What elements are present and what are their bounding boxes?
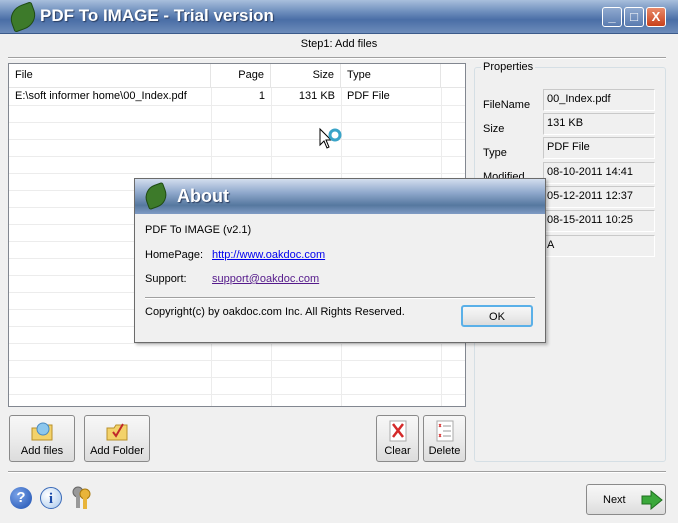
product-version: PDF To IMAGE (v2.1) <box>145 224 252 236</box>
add-files-button[interactable]: Add files <box>9 415 75 462</box>
clear-button[interactable]: Clear <box>376 415 419 462</box>
grid-line <box>9 105 465 106</box>
delete-label: Delete <box>428 445 461 457</box>
next-button[interactable]: Next <box>586 484 666 515</box>
step-label: Step1: Add files <box>300 38 378 50</box>
cell-size: 131 KB <box>298 90 335 102</box>
close-button[interactable]: X <box>646 7 666 27</box>
value-attributes: A <box>543 235 655 257</box>
column-header-type[interactable]: Type <box>341 64 441 88</box>
grid-line <box>9 394 465 395</box>
add-folder-label: Add Folder <box>90 445 144 457</box>
column-header-blank <box>441 64 465 88</box>
delete-button[interactable]: Delete <box>423 415 466 462</box>
value-accessed: 08-15-2011 10:25 <box>543 210 655 232</box>
homepage-label: HomePage: <box>145 249 204 261</box>
maximize-button[interactable]: □ <box>624 7 644 27</box>
cell-file: E:\soft informer home\00_Index.pdf <box>15 90 187 102</box>
grid-line <box>9 173 465 174</box>
value-modified: 08-10-2011 14:41 <box>543 162 655 184</box>
info-icon[interactable]: i <box>40 487 62 509</box>
folder-add-icon <box>30 420 54 445</box>
clear-x-icon <box>389 420 407 445</box>
clear-label: Clear <box>384 445 411 457</box>
grid-line <box>9 139 465 140</box>
app-leaf-icon <box>6 1 40 33</box>
next-label: Next <box>603 494 626 506</box>
value-type: PDF File <box>543 137 655 159</box>
add-files-label: Add files <box>20 445 64 457</box>
grid-line <box>9 156 465 157</box>
title-bar[interactable]: PDF To IMAGE - Trial version _ □ X <box>0 0 678 34</box>
properties-title: Properties <box>481 61 536 73</box>
busy-cursor-icon <box>318 127 344 158</box>
about-leaf-icon <box>141 181 171 211</box>
grid-line <box>9 122 465 123</box>
column-header-page[interactable]: Page <box>211 64 271 88</box>
keys-register-icon[interactable] <box>70 486 94 513</box>
folder-check-icon <box>105 420 129 445</box>
about-title: About <box>177 186 229 206</box>
support-label: Support: <box>145 273 187 285</box>
label-filename: FileName <box>483 99 531 111</box>
cell-page: 1 <box>258 90 265 102</box>
column-header-size[interactable]: Size <box>271 64 341 88</box>
value-size: 131 KB <box>543 113 655 135</box>
about-title-bar[interactable]: About <box>135 179 545 214</box>
support-email-link[interactable]: support@oakdoc.com <box>212 273 319 285</box>
add-folder-button[interactable]: Add Folder <box>84 415 150 462</box>
ok-button[interactable]: OK <box>461 305 533 327</box>
help-icon[interactable]: ? <box>10 487 32 509</box>
label-type: Type <box>483 147 507 159</box>
about-dialog: About PDF To IMAGE (v2.1) HomePage: http… <box>134 178 546 343</box>
homepage-link[interactable]: http://www.oakdoc.com <box>212 249 325 261</box>
grid-line <box>9 343 465 344</box>
value-created: 05-12-2011 12:37 <box>543 186 655 208</box>
about-divider <box>145 297 535 299</box>
value-filename: 00_Index.pdf <box>543 89 655 111</box>
arrow-right-icon <box>641 489 663 513</box>
window-title: PDF To IMAGE - Trial version <box>40 6 274 25</box>
grid-line <box>9 377 465 378</box>
minimize-button[interactable]: _ <box>602 7 622 27</box>
divider <box>8 57 666 59</box>
delete-list-icon <box>436 420 454 445</box>
column-header-file[interactable]: File <box>9 64 211 88</box>
bottom-divider <box>8 471 666 473</box>
cell-type: PDF File <box>347 90 390 102</box>
label-size: Size <box>483 123 505 135</box>
grid-line <box>9 360 465 361</box>
copyright-text: Copyright(c) by oakdoc.com Inc. All Righ… <box>145 306 405 318</box>
